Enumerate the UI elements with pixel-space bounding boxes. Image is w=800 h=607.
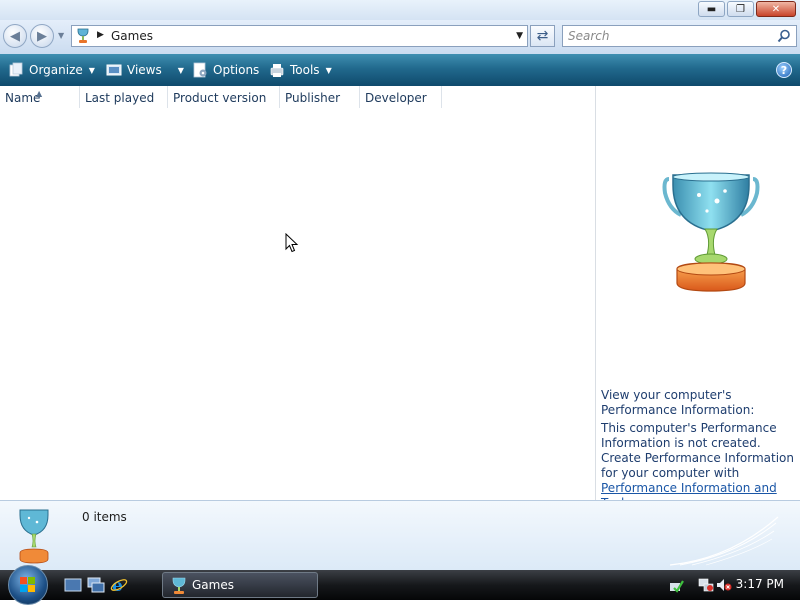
views-label: Views [127,63,162,77]
breadcrumb-games[interactable]: Games [111,29,153,43]
back-icon: ◀ [10,28,20,44]
create-prefix: Create Performance Information for your … [601,451,795,480]
search-input[interactable]: Search [562,25,797,47]
maximize-button[interactable]: ❐ [727,1,754,17]
breadcrumb-separator[interactable]: ▶ [97,30,104,40]
mouse-cursor [285,233,299,253]
tools-button[interactable]: Tools ▼ [269,61,332,79]
organize-label: Organize [29,63,83,77]
address-dropdown[interactable]: ▼ [516,31,523,41]
options-button[interactable]: Options [192,61,259,79]
windows-logo-icon [20,577,35,592]
trophy-icon [77,28,89,43]
file-list-area[interactable] [0,108,595,500]
details-pane: 0 items [0,500,800,570]
address-bar[interactable]: ▶ Games ▼ [71,25,528,47]
column-name[interactable]: Name ▲ [0,86,80,108]
minimize-button[interactable]: ▬ [698,1,725,17]
column-headers: Name ▲ Last played Product version Publi… [0,86,595,109]
views-button[interactable]: Views ▼ [106,61,184,79]
performance-status-text: This computer's Performance Information … [601,421,777,450]
back-button[interactable]: ◀ [3,24,27,48]
network-icon[interactable] [698,577,714,593]
search-placeholder: Search [568,29,610,43]
tools-label: Tools [290,63,320,77]
organize-icon [9,62,23,77]
views-icon [106,64,122,76]
volume-muted-icon[interactable] [716,577,732,593]
start-orb-icon[interactable] [8,565,48,605]
refresh-icon: ⇄ [536,28,549,44]
trophy-icon [19,509,49,564]
clock[interactable]: 3:17 PM [736,577,784,591]
forward-icon: ▶ [37,28,47,44]
chevron-down-icon: ▼ [325,65,332,75]
organize-button[interactable]: Organize ▼ [8,61,95,79]
ie-icon[interactable]: e [110,576,128,594]
taskbar-button-label: Games [192,578,234,592]
forward-button[interactable]: ▶ [30,24,54,48]
help-icon[interactable]: ? [776,62,792,78]
column-last-played[interactable]: Last played [80,86,168,108]
column-developer[interactable]: Developer [360,86,442,108]
close-button[interactable]: ✕ [756,1,796,17]
command-bar: Organize ▼ Views ▼ Options Tools ▼ ? [0,54,800,86]
options-label: Options [213,63,260,77]
chevron-down-icon: ▼ [177,65,184,75]
preview-pane: View your computer's Performance Informa… [595,86,800,510]
search-icon[interactable] [777,29,791,43]
show-desktop-icon[interactable] [64,576,82,594]
column-label: Last played [85,91,155,105]
trophy-icon [172,577,186,594]
security-icon[interactable] [668,577,684,593]
column-product-version[interactable]: Product version [168,86,280,108]
decorative-swoosh [670,516,779,566]
column-label: Publisher [285,91,341,105]
title-bar: ▬ ❐ ✕ [0,0,800,20]
taskbar: e Games 3:17 PM [0,565,800,605]
recent-pages-dropdown[interactable]: ▼ [58,31,64,40]
trophy-icon [662,172,760,292]
system-tray: 3:17 PM [660,570,800,600]
column-publisher[interactable]: Publisher [280,86,360,108]
chevron-down-icon: ▼ [88,65,95,75]
column-label: Product version [173,91,267,105]
taskbar-button-games[interactable]: Games [162,572,318,598]
navigation-bar: ◀ ▶ ▼ ▶ Games ▼ ⇄ Search [0,20,800,54]
tools-icon [270,64,284,77]
refresh-button[interactable]: ⇄ [530,25,555,47]
performance-heading: View your computer's Performance Informa… [601,388,755,417]
options-icon [193,62,207,78]
column-label: Developer [365,91,427,105]
sort-arrow-icon: ▲ [36,89,43,98]
caption-buttons: ▬ ❐ ✕ [698,1,796,17]
item-count: 0 items [82,510,127,524]
switch-windows-icon[interactable] [87,576,105,594]
